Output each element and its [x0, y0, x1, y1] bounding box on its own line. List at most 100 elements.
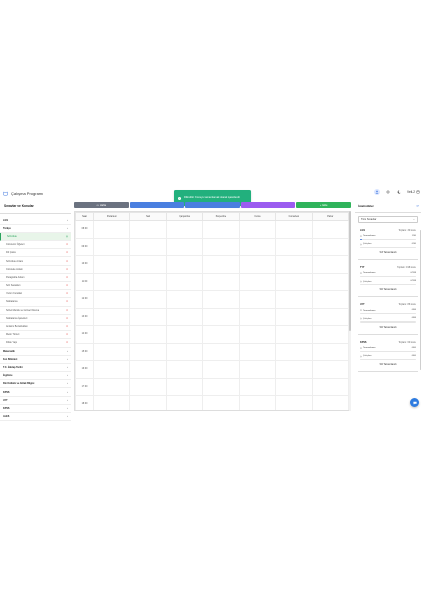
- sidebar-group[interactable]: KPSS ›: [0, 388, 71, 397]
- schedule-cell[interactable]: [275, 272, 313, 291]
- settings-icon[interactable]: [385, 189, 391, 195]
- schedule-cell[interactable]: [165, 307, 204, 326]
- schedule-cell[interactable]: [129, 395, 167, 410]
- schedule-cell[interactable]: [311, 377, 349, 396]
- schedule-cell[interactable]: [311, 220, 349, 239]
- schedule-cell[interactable]: [238, 342, 277, 361]
- schedule-cell[interactable]: [238, 272, 277, 291]
- schedule-cell[interactable]: [129, 255, 167, 274]
- sidebar-topic[interactable]: Noktalama İşaretleri ✕: [0, 315, 71, 323]
- close-icon[interactable]: ✕: [66, 341, 68, 344]
- close-icon[interactable]: ✕: [66, 292, 68, 295]
- sidebar-topic[interactable]: Anlatım Bozuklukları ✕: [0, 323, 71, 332]
- schedule-cell[interactable]: [92, 237, 131, 256]
- schedule-cell[interactable]: [165, 377, 204, 396]
- schedule-cell[interactable]: [92, 360, 131, 379]
- schedule-cell[interactable]: [202, 237, 240, 256]
- close-icon[interactable]: ✕: [66, 300, 68, 303]
- schedule-cell[interactable]: [275, 342, 313, 361]
- schedule-cell[interactable]: [275, 237, 313, 256]
- sidebar-group[interactable]: T.C. İnkılap Tarihi ›: [0, 364, 71, 373]
- close-icon[interactable]: ✕: [66, 325, 68, 328]
- view-tab[interactable]: [240, 202, 296, 208]
- sidebar-topic[interactable]: Paragrafta Anlam ✕: [0, 274, 71, 282]
- chat-button[interactable]: [410, 398, 419, 407]
- schedule-cell[interactable]: [165, 360, 204, 379]
- close-icon[interactable]: ✕: [66, 268, 68, 271]
- sidebar-topic[interactable]: Fiilde Yapı ✕: [0, 339, 71, 348]
- schedule-cell[interactable]: [238, 255, 277, 274]
- sidebar-topic[interactable]: Söz Sanatları ✕: [0, 282, 71, 291]
- exam-select[interactable]: Tüm Sınavlar ⌄: [358, 215, 418, 223]
- schedule-cell[interactable]: [129, 377, 167, 396]
- close-icon[interactable]: ✕: [66, 251, 68, 254]
- schedule-cell[interactable]: [165, 255, 204, 274]
- schedule-cell[interactable]: [238, 395, 277, 410]
- sidebar-topic[interactable]: Sözel Mantık ve Görsel Okuma ✕: [0, 307, 71, 315]
- schedule-cell[interactable]: [238, 307, 277, 326]
- close-icon[interactable]: ✕: [66, 260, 68, 263]
- schedule-cell[interactable]: [311, 290, 349, 309]
- schedule-cell[interactable]: [275, 255, 313, 274]
- schedule-cell[interactable]: [238, 377, 277, 396]
- sidebar-topic[interactable]: Sözcükte ◎: [0, 232, 71, 242]
- schedule-cell[interactable]: [202, 272, 240, 291]
- view-tab[interactable]: ▭ Hafta: [74, 202, 129, 208]
- schedule-cell[interactable]: [92, 272, 131, 291]
- schedule-cell[interactable]: [311, 255, 349, 274]
- sidebar-topic[interactable]: Sözcükte Anlam ✕: [0, 257, 71, 266]
- close-icon[interactable]: ✕: [66, 284, 68, 287]
- user-profile-icon[interactable]: [374, 189, 381, 195]
- schedule-cell[interactable]: [92, 395, 131, 410]
- check-circle-icon[interactable]: ◎: [66, 235, 68, 238]
- schedule-cell[interactable]: [165, 290, 204, 309]
- schedule-cell[interactable]: [202, 360, 240, 379]
- schedule-cell[interactable]: [238, 360, 277, 379]
- schedule-cell[interactable]: [275, 307, 313, 326]
- schedule-cell[interactable]: [92, 220, 131, 239]
- schedule-cell[interactable]: [129, 220, 167, 239]
- sidebar-group[interactable]: Türkçe ›: [0, 225, 71, 233]
- schedule-cell[interactable]: [238, 220, 277, 239]
- schedule-cell[interactable]: [129, 342, 167, 361]
- schedule-cell[interactable]: [202, 307, 240, 326]
- schedule-cell[interactable]: [92, 290, 131, 309]
- theme-icon[interactable]: [396, 189, 402, 195]
- schedule-cell[interactable]: [165, 395, 204, 410]
- sidebar-group[interactable]: AYT ›: [0, 397, 71, 405]
- user-menu[interactable]: Veli-2: [407, 190, 420, 194]
- schedule-cell[interactable]: [311, 342, 349, 361]
- schedule-cell[interactable]: [92, 377, 131, 396]
- schedule-scroll-thumb[interactable]: [349, 211, 351, 331]
- sidebar-group[interactable]: ALES ›: [0, 413, 71, 422]
- schedule-cell[interactable]: [165, 220, 204, 239]
- schedule-cell[interactable]: [202, 342, 240, 361]
- schedule-cell[interactable]: [202, 325, 240, 344]
- schedule-cell[interactable]: [275, 290, 313, 309]
- view-tab[interactable]: [129, 202, 185, 208]
- schedule-cell[interactable]: [311, 307, 349, 326]
- schedule-cell[interactable]: [311, 272, 349, 291]
- close-icon[interactable]: ✕: [66, 243, 68, 246]
- schedule-cell[interactable]: [202, 290, 240, 309]
- schedule-cell[interactable]: [238, 290, 277, 309]
- schedule-cell[interactable]: [165, 325, 204, 344]
- schedule-cell[interactable]: [311, 395, 349, 410]
- schedule-cell[interactable]: [202, 220, 240, 239]
- sidebar-group[interactable]: Matematik ›: [0, 348, 71, 356]
- view-tab[interactable]: [185, 202, 240, 208]
- refresh-icon[interactable]: ⟳: [416, 204, 419, 208]
- view-tab[interactable]: + Ekle: [296, 202, 351, 208]
- schedule-cell[interactable]: [275, 220, 313, 239]
- schedule-cell[interactable]: [311, 237, 349, 256]
- schedule-cell[interactable]: [129, 307, 167, 326]
- stats-scrollbar[interactable]: [419, 230, 421, 370]
- schedule-cell[interactable]: [202, 255, 240, 274]
- schedule-cell[interactable]: [92, 342, 131, 361]
- schedule-cell[interactable]: [311, 360, 349, 379]
- schedule-cell[interactable]: [129, 325, 167, 344]
- schedule-cell[interactable]: [275, 360, 313, 379]
- sidebar-group[interactable]: LGS ›: [0, 217, 71, 225]
- sidebar-topic[interactable]: Fiil Çatısı ✕: [0, 249, 71, 258]
- sidebar-topic[interactable]: Cümlede Anlam ✕: [0, 266, 71, 274]
